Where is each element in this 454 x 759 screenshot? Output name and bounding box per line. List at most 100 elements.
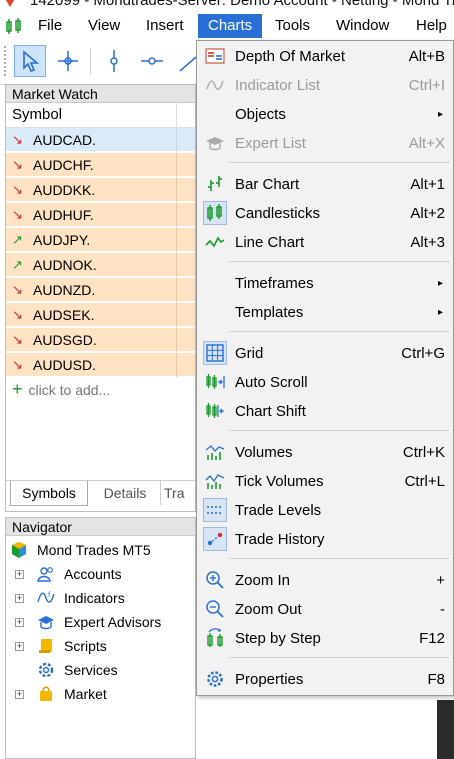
menu-tools[interactable]: Tools	[267, 14, 318, 38]
horizontal-line-icon	[141, 57, 163, 65]
crosshair-tool-button[interactable]	[52, 45, 84, 77]
column-divider	[176, 178, 177, 202]
window-title: 142099 - Mondtrades-Server: Demo Account…	[30, 0, 454, 9]
expand-icon[interactable]: +	[15, 642, 24, 651]
symbol-column-label: Symbol	[12, 106, 63, 123]
menu-item-label: Trade Levels	[235, 502, 322, 519]
menu-file[interactable]: File	[30, 14, 70, 38]
column-divider	[176, 253, 177, 277]
menu-item-label: Zoom Out	[235, 601, 302, 618]
menu-item-expert-list[interactable]: Expert List Alt+X	[197, 129, 453, 158]
menu-item-label: Candlesticks	[235, 205, 321, 222]
menu-item-label: Zoom In	[235, 572, 291, 589]
tab-trading[interactable]: Tra	[164, 481, 194, 505]
menu-item-templates[interactable]: Templates ▸	[197, 298, 453, 327]
menu-item-line-chart[interactable]: Line Chart Alt+3	[197, 228, 453, 257]
expand-icon[interactable]: +	[15, 618, 24, 627]
market-row[interactable]: ↘ AUDNZD.	[6, 278, 195, 302]
menu-item-candlesticks[interactable]: Candlesticks Alt+2	[197, 199, 453, 228]
menu-item-auto-scroll[interactable]: Auto Scroll	[197, 368, 453, 397]
up-arrow-icon: ↗	[12, 257, 23, 272]
navigator-root-label: Mond Trades MT5	[37, 542, 151, 558]
menu-item-shortcut: Ctrl+I	[408, 77, 445, 94]
menu-item-shortcut: Ctrl+G	[401, 345, 445, 362]
market-row[interactable]: ↘ AUDCHF.	[6, 153, 195, 177]
menu-item-label: Auto Scroll	[235, 374, 308, 391]
menu-bar: File View Insert Charts Tools Window Hel…	[0, 12, 454, 40]
menu-item-objects[interactable]: Objects ▸	[197, 100, 453, 129]
menu-item-zoom-in[interactable]: Zoom In +	[197, 566, 453, 595]
horizontal-line-tool-button[interactable]	[136, 45, 168, 77]
toolbar-grip[interactable]	[4, 46, 9, 76]
market-row[interactable]: ↘ AUDCAD.	[6, 128, 195, 152]
market-watch-tabs: Symbols Details Tra	[6, 480, 195, 509]
zoom-out-icon	[206, 600, 224, 618]
menu-item-trade-levels[interactable]: Trade Levels	[197, 496, 453, 525]
menu-window-label: Window	[336, 17, 390, 34]
menu-item-trade-history[interactable]: Trade History	[197, 525, 453, 554]
scripts-icon	[39, 639, 52, 653]
symbol-label: AUDJPY.	[33, 232, 91, 248]
market-row[interactable]: ↘ AUDHUF.	[6, 203, 195, 227]
menu-item-label: Indicator List	[235, 77, 321, 94]
symbol-label: AUDNZD.	[33, 282, 96, 298]
add-symbol-row[interactable]: + click to add...	[12, 379, 110, 400]
market-row[interactable]: ↘ AUDUSD.	[6, 353, 195, 377]
menu-item-indicator-list[interactable]: Indicator List Ctrl+I	[197, 71, 453, 100]
menu-item-label: Trade History	[235, 531, 325, 548]
menu-item-step-by-step[interactable]: Step by Step F12	[197, 624, 453, 653]
menu-file-label: File	[38, 17, 63, 34]
menu-item-tick-volumes[interactable]: Tick Volumes Ctrl+L	[197, 467, 453, 496]
menu-item-grid[interactable]: Grid Ctrl+G	[197, 339, 453, 368]
tab-details-label: Details	[103, 485, 147, 501]
expand-icon[interactable]: +	[15, 594, 24, 603]
cursor-tool-button[interactable]	[14, 45, 46, 77]
menu-item-bar-chart[interactable]: Bar Chart Alt+1	[197, 170, 453, 199]
tab-symbols[interactable]: Symbols	[10, 481, 88, 506]
market-row[interactable]: ↘ AUDDKK.	[6, 178, 195, 202]
menu-window[interactable]: Window	[328, 14, 397, 38]
menu-item-timeframes[interactable]: Timeframes ▸	[197, 269, 453, 298]
menu-item-shortcut: +	[436, 572, 445, 589]
navigator-item-label: Market	[64, 686, 107, 702]
menu-view[interactable]: View	[80, 14, 128, 38]
symbol-column-header[interactable]: Symbol	[6, 103, 195, 128]
market-row[interactable]: ↘ AUDSGD.	[6, 328, 195, 352]
menu-separator	[229, 162, 449, 163]
menu-item-chart-shift[interactable]: Chart Shift	[197, 397, 453, 426]
vertical-line-tool-button[interactable]	[98, 45, 130, 77]
chart-app-icon[interactable]	[4, 18, 24, 36]
add-symbol-label: click to add...	[28, 382, 111, 398]
expand-icon[interactable]: +	[15, 690, 24, 699]
market-row[interactable]: ↘ AUDSEK.	[6, 303, 195, 327]
menu-item-label: Objects	[235, 106, 286, 123]
menu-item-properties[interactable]: Properties F8	[197, 665, 453, 694]
menu-item-label: Chart Shift	[235, 403, 306, 420]
depth-of-market-icon	[205, 48, 225, 64]
expert-advisors-icon	[38, 616, 54, 630]
down-arrow-icon: ↘	[12, 282, 23, 297]
menu-item-label: Line Chart	[235, 234, 305, 251]
column-divider	[176, 278, 177, 302]
expand-icon[interactable]: +	[15, 570, 24, 579]
tab-details[interactable]: Details	[90, 481, 161, 505]
menu-item-shortcut: Alt+1	[410, 176, 445, 193]
navigator-item-label: Scripts	[64, 638, 107, 654]
mond-trades-logo-icon	[12, 542, 26, 558]
symbol-label: AUDSGD.	[33, 332, 97, 348]
menu-charts[interactable]: Charts	[198, 14, 263, 38]
market-row[interactable]: ↗ AUDJPY.	[6, 228, 195, 252]
navigator-item-label: Indicators	[64, 590, 125, 606]
menu-insert[interactable]: Insert	[138, 14, 192, 38]
submenu-arrow-icon: ▸	[437, 109, 443, 120]
menu-help[interactable]: Help	[408, 14, 454, 38]
menu-item-depth-of-market[interactable]: Depth Of Market Alt+B	[197, 42, 453, 71]
menu-item-volumes[interactable]: Volumes Ctrl+K	[197, 438, 453, 467]
market-row[interactable]: ↗ AUDNOK.	[6, 253, 195, 277]
menu-item-zoom-out[interactable]: Zoom Out -	[197, 595, 453, 624]
charts-dropdown-menu: Depth Of Market Alt+B Indicator List Ctr…	[196, 40, 454, 696]
gear-icon	[207, 671, 223, 687]
menu-item-shortcut: Alt+B	[408, 48, 445, 65]
trade-history-icon	[207, 532, 223, 546]
submenu-arrow-icon: ▸	[437, 307, 443, 318]
